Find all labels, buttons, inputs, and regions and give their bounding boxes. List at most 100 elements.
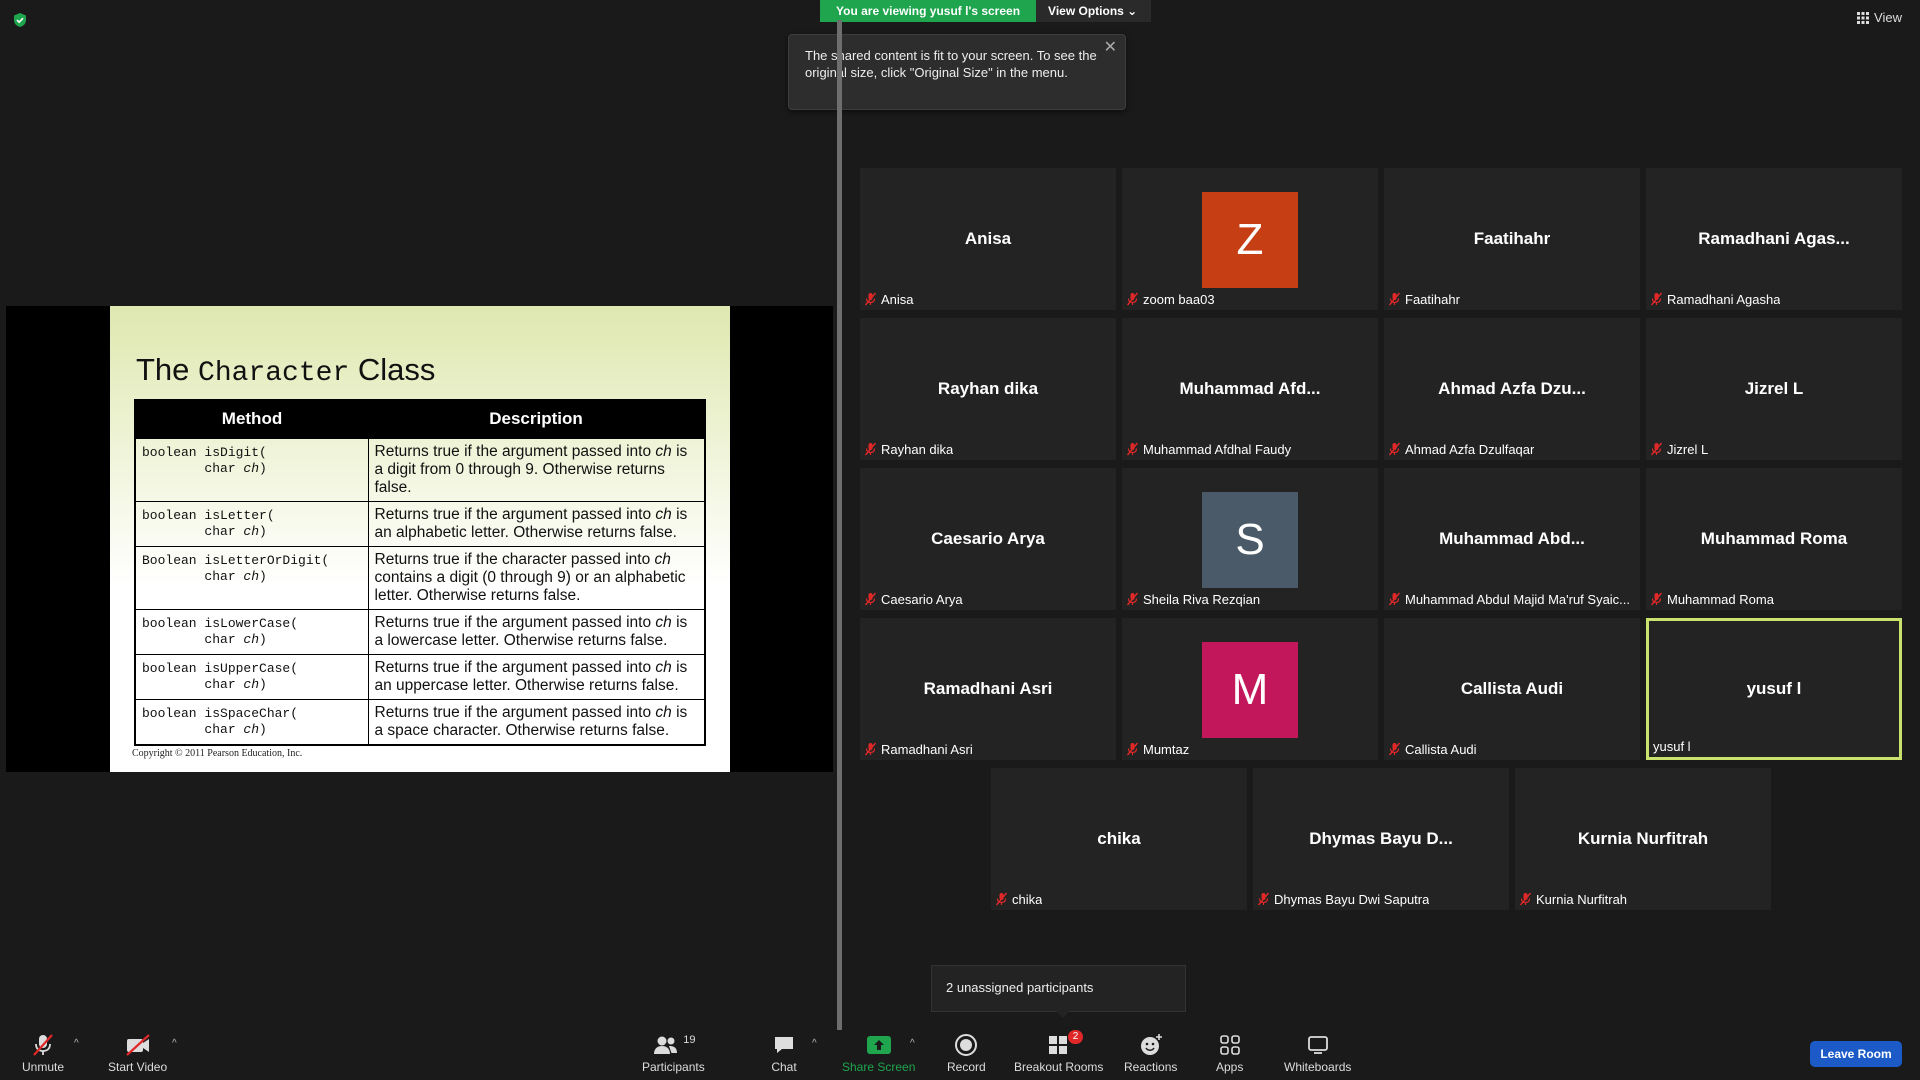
participant-name-text: Kurnia Nurfitrah (1536, 891, 1628, 907)
table-row: Boolean isLetterOrDigit( char ch) Returns… (134, 545, 706, 610)
record-button[interactable]: Record (947, 1032, 986, 1074)
participant-name-label: Ahmad Azfa Dzulfaqar (1388, 440, 1534, 458)
microphone-muted-icon (1650, 442, 1663, 456)
participant-tile[interactable]: Jizrel L Jizrel L (1646, 318, 1902, 460)
participant-avatar: M (1202, 642, 1298, 738)
participant-tile[interactable]: Ahmad Azfa Dzu... Ahmad Azfa Dzulfaqar (1384, 318, 1640, 460)
participant-name-text: Ramadhani Agasha (1667, 291, 1781, 307)
presentation-slide: The Character Class Method Description b… (110, 306, 730, 772)
split-view-divider[interactable] (837, 20, 842, 1030)
slide-title: The Character Class (136, 352, 436, 389)
leave-room-button[interactable]: Leave Room (1810, 1041, 1902, 1067)
microphone-muted-icon (1388, 592, 1401, 606)
participant-tile[interactable]: Caesario Arya Caesario Arya (860, 468, 1116, 610)
start-video-button[interactable]: Start Video (108, 1032, 167, 1074)
breakout-rooms-button[interactable]: 2 Breakout Rooms (1014, 1030, 1103, 1074)
participant-tile[interactable]: S Sheila Riva Rezqian (1122, 468, 1378, 610)
table-row: boolean isUpperCase( char ch) Returns tru… (134, 653, 706, 700)
tooltip-text: The shared content is fit to your screen… (805, 48, 1097, 80)
participant-name-label: Rayhan dika (864, 440, 953, 458)
participant-name-text: yusuf l (1653, 738, 1691, 754)
share-screen-button[interactable]: Share Screen (842, 1032, 915, 1074)
slide-copyright: Copyright © 2011 Pearson Education, Inc. (132, 748, 303, 759)
unassigned-participants-popup[interactable]: 2 unassigned participants (931, 965, 1186, 1018)
participant-name-label: Mumtaz (1126, 740, 1189, 758)
whiteboard-icon (1307, 1036, 1328, 1054)
participant-tile[interactable]: Dhymas Bayu D... Dhymas Bayu Dwi Saputra (1253, 768, 1509, 910)
microphone-muted-icon (1650, 592, 1663, 606)
breakout-badge: 2 (1067, 1030, 1084, 1044)
participant-name-label: Muhammad Roma (1650, 590, 1774, 608)
participant-name-text: zoom baa03 (1143, 291, 1215, 307)
participant-name-text: Mumtaz (1143, 741, 1190, 757)
participants-icon (654, 1036, 678, 1054)
reactions-icon (1140, 1034, 1162, 1055)
zoom-meeting-window: You are viewing yusuf l's screen View Op… (0, 0, 1920, 1080)
microphone-muted-icon (864, 742, 877, 756)
participant-name-text: Jizrel L (1667, 441, 1709, 457)
participant-name-label: Ramadhani Agasha (1650, 290, 1780, 308)
participant-tile[interactable]: Muhammad Abd... Muhammad Abdul Majid Ma'r… (1384, 468, 1640, 610)
method-cell: boolean isSpaceChar( char ch) (134, 698, 369, 745)
unmute-button[interactable]: Unmute (22, 1032, 64, 1074)
participant-tile[interactable]: Callista Audi Callista Audi (1384, 618, 1640, 760)
participant-name-label: Muhammad Abdul Majid Ma'ruf Syaic... (1388, 590, 1630, 608)
chat-button[interactable]: Chat (771, 1032, 797, 1074)
participant-tile[interactable]: Ramadhani Asri Ramadhani Asri (860, 618, 1116, 760)
description-cell: Returns true if the argument passed into… (367, 608, 706, 655)
participant-tile[interactable]: yusuf l yusuf l (1646, 618, 1902, 760)
participant-tile[interactable]: Ramadhani Agas... Ramadhani Agasha (1646, 168, 1902, 310)
participant-tile[interactable]: Rayhan dika Rayhan dika (860, 318, 1116, 460)
participant-name-text: Rayhan dika (881, 441, 954, 457)
participant-name-label: yusuf l (1653, 737, 1691, 755)
share-options-caret-icon[interactable]: ^ (910, 1038, 915, 1049)
shared-screen-area[interactable]: The Character Class Method Description b… (0, 0, 840, 1030)
whiteboards-button[interactable]: Whiteboards (1284, 1032, 1351, 1074)
method-cell: boolean isDigit( char ch) (134, 437, 369, 502)
description-column-header: Description (368, 400, 705, 438)
participant-name-label: Ramadhani Asri (864, 740, 973, 758)
participant-tile[interactable]: Anisa Anisa (860, 168, 1116, 310)
participant-name-text: Dhymas Bayu Dwi Saputra (1274, 891, 1430, 907)
description-cell: Returns true if the argument passed into… (367, 437, 706, 502)
participant-name-label: chika (995, 890, 1042, 908)
method-cell: boolean isLetter( char ch) (134, 500, 369, 547)
participants-button[interactable]: 19 Participants (642, 1032, 705, 1074)
participant-name-text: Sheila Riva Rezqian (1143, 591, 1261, 607)
participant-tile[interactable]: Faatihahr Faatihahr (1384, 168, 1640, 310)
participant-tile[interactable]: Kurnia Nurfitrah Kurnia Nurfitrah (1515, 768, 1771, 910)
microphone-muted-icon (1126, 742, 1139, 756)
audio-options-caret-icon[interactable]: ^ (74, 1038, 79, 1049)
participant-display-name: Kurnia Nurfitrah (1577, 829, 1709, 848)
participant-name-text: Faatihahr (1405, 291, 1460, 307)
table-row: boolean isDigit( char ch) Returns true if… (134, 437, 706, 502)
chat-icon (775, 1037, 793, 1053)
video-options-caret-icon[interactable]: ^ (172, 1038, 177, 1049)
participant-name-text: Muhammad Roma (1667, 591, 1774, 607)
participant-name-text: Muhammad Afdhal Faudy (1143, 441, 1292, 457)
chat-options-caret-icon[interactable]: ^ (812, 1038, 817, 1049)
participant-tile[interactable]: M Mumtaz (1122, 618, 1378, 760)
participant-display-name: Anisa (964, 229, 1012, 248)
participant-display-name: Callista Audi (1460, 679, 1564, 698)
close-icon[interactable]: ✕ (1104, 39, 1117, 56)
microphone-muted-icon (1388, 742, 1401, 756)
participant-tile[interactable]: Zzoom baa03 (1122, 168, 1378, 310)
participant-tile[interactable]: Muhammad Roma Muhammad Roma (1646, 468, 1902, 610)
meeting-toolbar: Unmute ^ Start Video ^ 19 Participants C… (0, 1030, 1920, 1080)
participant-tile[interactable]: chika chika (991, 768, 1247, 910)
microphone-muted-icon (1126, 442, 1139, 456)
participant-name-label: Jizrel L (1650, 440, 1708, 458)
participant-name-label: Anisa (864, 290, 914, 308)
view-options-button[interactable]: View Options ⌄ (1036, 0, 1152, 22)
participant-tile[interactable]: Muhammad Afd... Muhammad Afdhal Faudy (1122, 318, 1378, 460)
participant-display-name: Dhymas Bayu D... (1309, 829, 1453, 848)
participant-name-label: zoom baa03 (1126, 290, 1215, 308)
participant-name-text: Ramadhani Asri (881, 741, 973, 757)
apps-button[interactable]: Apps (1216, 1032, 1243, 1074)
view-button[interactable]: View (1857, 10, 1902, 25)
description-cell: Returns true if the character passed int… (367, 545, 706, 610)
description-cell: Returns true if the argument passed into… (367, 500, 706, 547)
reactions-button[interactable]: Reactions (1124, 1032, 1177, 1074)
participant-name-text: Ahmad Azfa Dzulfaqar (1405, 441, 1535, 457)
